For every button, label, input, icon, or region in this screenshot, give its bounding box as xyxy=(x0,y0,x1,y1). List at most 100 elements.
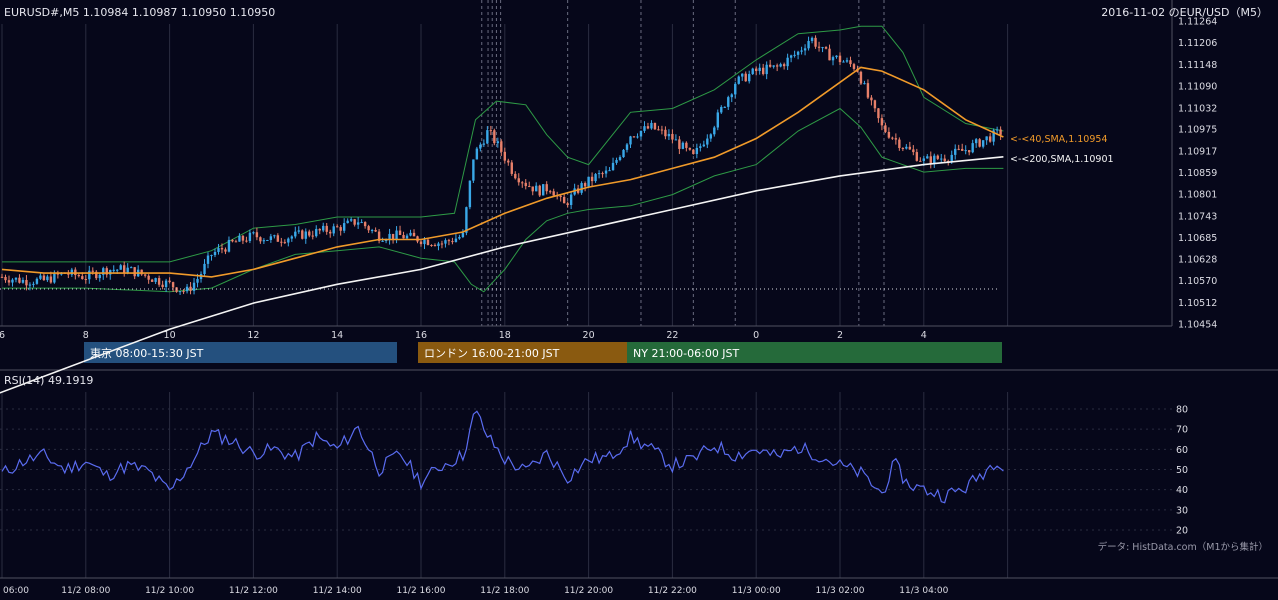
candle-body xyxy=(346,220,349,224)
data-credit: データ: HistData.com（M1から集計） xyxy=(1098,541,1268,553)
candle-body xyxy=(123,265,126,274)
candle-body xyxy=(810,37,814,41)
candle-body xyxy=(157,278,161,285)
candle-body xyxy=(287,238,290,243)
candle-body xyxy=(905,146,908,149)
time-tick-label: 11/2 18:00 xyxy=(480,586,529,596)
symbol-info: EURUSD#,M5 1.10984 1.10987 1.10950 1.109… xyxy=(4,6,275,19)
candle-body xyxy=(84,279,87,281)
time-tick-label: 11/2 22:00 xyxy=(648,586,697,596)
candle-body xyxy=(800,50,803,52)
candle-body xyxy=(283,242,287,244)
candle-body xyxy=(737,76,740,84)
candle-body xyxy=(971,143,974,153)
candle-body xyxy=(510,162,513,174)
price-tick-label: 1.11148 xyxy=(1178,60,1217,71)
candle-body xyxy=(569,194,573,205)
candle-body xyxy=(255,232,259,238)
candle-body xyxy=(842,61,845,63)
main-vertical-grid xyxy=(1,24,1009,578)
candle-body xyxy=(961,148,964,151)
candle-body xyxy=(636,136,639,138)
candle-body xyxy=(311,235,314,237)
candle-body xyxy=(901,147,905,149)
rsi-tick-label: 20 xyxy=(1176,526,1188,537)
candle-body xyxy=(77,275,81,277)
candle-body xyxy=(622,149,625,158)
candle-body xyxy=(643,126,646,131)
candle-body xyxy=(660,129,664,131)
rsi-tick-label: 50 xyxy=(1176,465,1188,476)
candle-body xyxy=(713,127,716,135)
candle-body xyxy=(273,235,276,237)
candle-body xyxy=(493,130,496,144)
candle-body xyxy=(280,241,283,243)
candle-body xyxy=(290,236,294,239)
candle-body xyxy=(171,282,175,288)
candle-body xyxy=(950,154,953,161)
candle-body xyxy=(657,129,660,131)
candle-body xyxy=(692,149,695,155)
candle-body xyxy=(98,274,101,279)
candle-body xyxy=(301,230,304,239)
candle-body xyxy=(817,46,821,48)
candle-body xyxy=(129,267,133,269)
candle-body xyxy=(381,240,384,242)
candle-body xyxy=(297,230,300,232)
candle-body xyxy=(458,237,461,239)
candle-body xyxy=(999,129,1002,135)
candle-body xyxy=(367,226,370,231)
candle-body xyxy=(322,225,325,231)
candle-body xyxy=(241,235,245,241)
price-tick-label: 1.10628 xyxy=(1178,254,1217,265)
price-axis-ticks: 1.11264 1.11206 1.11148 1.11090 1.11032 1.109… xyxy=(1178,17,1217,331)
candle-body xyxy=(524,182,527,187)
rsi-grid xyxy=(0,408,1172,531)
session-label-ny: NY 21:00-06:00 JST xyxy=(633,347,740,360)
candle-body xyxy=(531,186,534,192)
candle-body xyxy=(39,275,42,279)
candle-body xyxy=(451,241,454,243)
price-tick-label: 1.11090 xyxy=(1178,82,1217,93)
candle-body xyxy=(597,173,601,175)
candle-body xyxy=(604,170,608,174)
candle-body xyxy=(7,280,11,283)
candle-body xyxy=(150,279,154,282)
candle-body xyxy=(765,64,768,75)
hour-tick-label: 10 xyxy=(164,330,176,341)
candle-body xyxy=(758,67,761,72)
candle-body xyxy=(988,136,992,142)
time-tick-label: 06:00 xyxy=(3,586,29,596)
candle-body xyxy=(210,255,213,257)
candle-body xyxy=(336,226,339,228)
candle-body xyxy=(943,158,946,161)
rsi-series xyxy=(1,410,1004,504)
candle-body xyxy=(789,55,793,58)
candle-body xyxy=(615,159,618,163)
candle-body xyxy=(646,126,650,129)
price-tick-label: 1.10570 xyxy=(1178,276,1217,287)
candle-body xyxy=(562,196,566,204)
candle-body xyxy=(112,269,115,271)
candle-body xyxy=(18,277,21,283)
candle-body xyxy=(566,203,569,205)
candle-body xyxy=(259,237,262,242)
candle-body xyxy=(650,122,653,129)
price-tick-label: 1.10743 xyxy=(1178,211,1217,222)
candle-body xyxy=(995,129,999,131)
candle-body xyxy=(706,138,709,145)
candle-body xyxy=(870,97,873,101)
candle-body xyxy=(276,235,280,242)
candle-body xyxy=(231,239,234,242)
candle-body xyxy=(25,279,28,286)
candle-body xyxy=(880,118,884,126)
candle-body xyxy=(981,140,985,147)
candle-body xyxy=(608,170,611,172)
candle-body xyxy=(196,278,199,283)
candle-body xyxy=(807,40,810,49)
candle-body xyxy=(699,146,702,148)
candle-body xyxy=(262,240,266,242)
candle-body xyxy=(402,234,405,239)
price-tick-label: 1.10859 xyxy=(1178,168,1217,179)
sma200-label: <-<200,SMA,1.10901 xyxy=(1010,154,1114,165)
